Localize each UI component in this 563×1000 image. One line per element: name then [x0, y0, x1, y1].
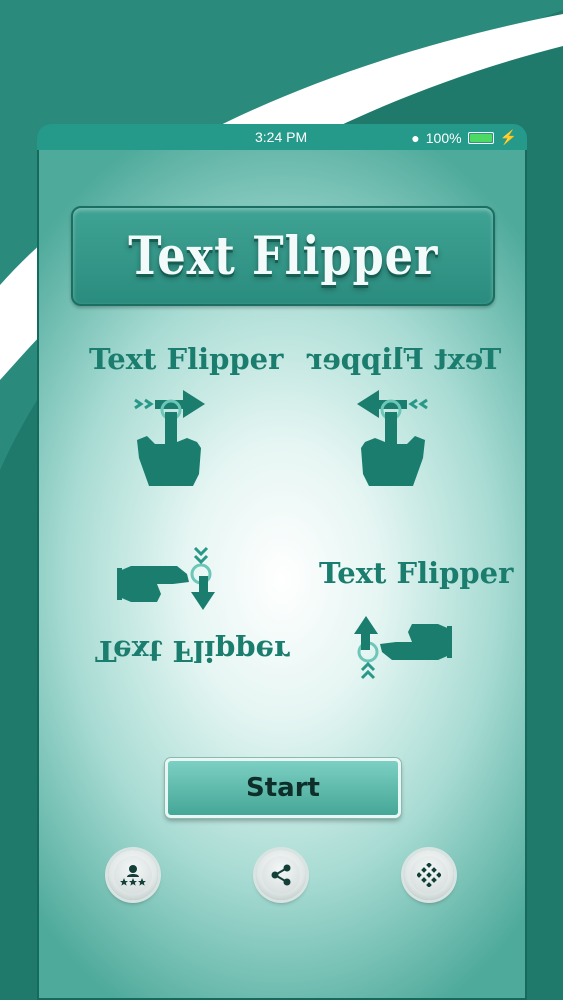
app-title-banner: Text Flipper	[71, 206, 495, 306]
start-button[interactable]: Start	[165, 758, 401, 818]
battery-icon	[467, 131, 494, 144]
demo-label-normal: Text Flipper	[89, 342, 284, 376]
charging-icon: ⚡	[499, 129, 517, 145]
share-icon	[271, 864, 291, 886]
swipe-up-hand-icon	[354, 616, 452, 680]
status-bar: 3:24 PM ● 100% ⚡	[37, 124, 527, 150]
app-screen: 3:24 PM ● 100% ⚡ Text Flipper Text Flipp…	[37, 124, 527, 1000]
demo-label-upside-down: Text Flipper	[95, 634, 290, 668]
demo-label-mirrored: Text Flipper	[307, 342, 502, 376]
battery-percent: 100%	[425, 129, 462, 146]
rate-apps-button[interactable]	[108, 850, 158, 900]
more-apps-icon	[417, 863, 441, 887]
swipe-right-hand-icon	[134, 390, 205, 486]
share-button[interactable]	[256, 850, 306, 900]
demo-label-up: Text Flipper	[319, 556, 514, 590]
status-time: 3:24 PM	[255, 129, 308, 145]
orientation-lock-icon: ●	[411, 129, 420, 146]
rate-apps-icon	[120, 865, 146, 886]
swipe-down-hand-icon	[117, 546, 215, 610]
status-right: ● 100% ⚡	[411, 129, 517, 146]
app-title: Text Flipper	[127, 225, 439, 287]
more-apps-button[interactable]	[404, 850, 454, 900]
swipe-left-hand-icon	[357, 390, 428, 486]
